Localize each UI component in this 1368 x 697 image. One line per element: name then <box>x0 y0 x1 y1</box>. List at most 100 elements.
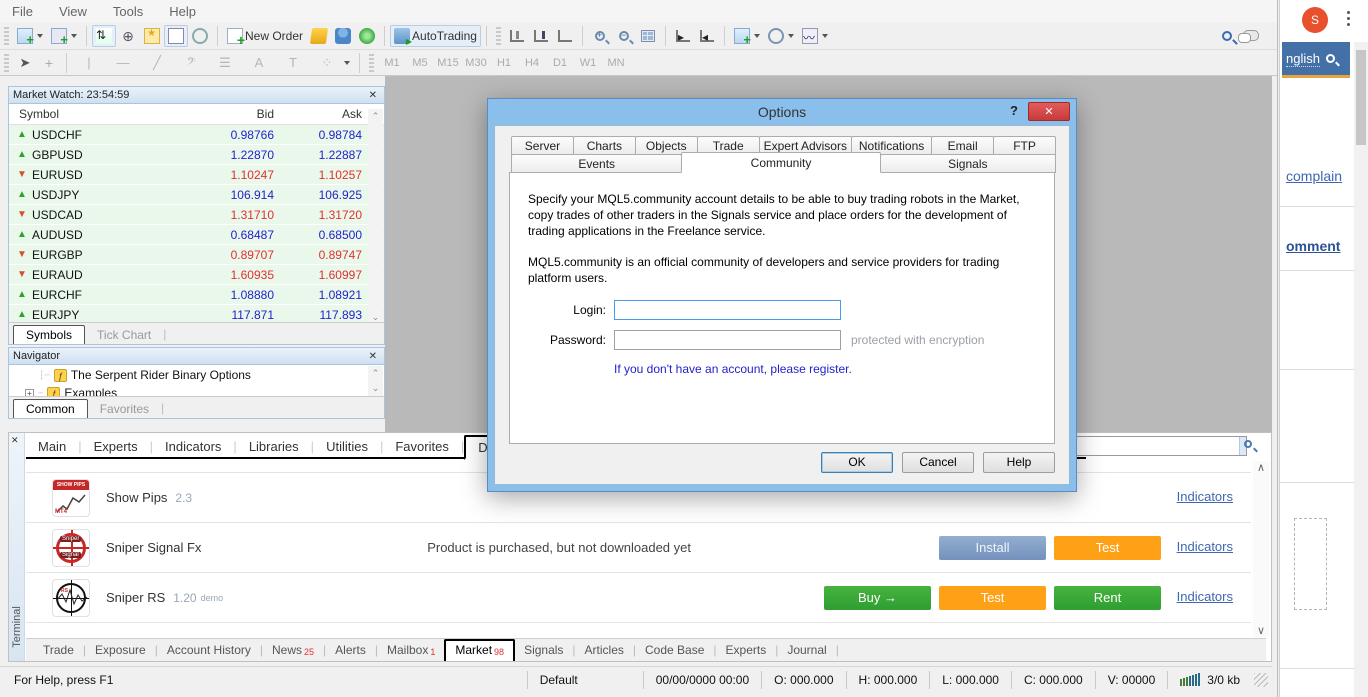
navigator-titlebar[interactable]: Navigator ✕ <box>9 348 384 365</box>
indicators-link[interactable]: Indicators <box>1177 589 1233 604</box>
indicators-link[interactable]: Indicators <box>1177 489 1233 504</box>
tab-email[interactable]: Email <box>931 136 995 155</box>
tab-charts[interactable]: Charts <box>572 136 636 155</box>
text-button[interactable]: A <box>242 52 276 74</box>
tab-community[interactable]: Community <box>681 152 881 173</box>
tab-mailbox[interactable]: Mailbox 1 <box>378 640 444 661</box>
column-bid[interactable]: Bid <box>189 107 274 121</box>
scrollbar[interactable]: ∧ ∨ <box>1253 461 1269 637</box>
tab-events[interactable]: Events <box>511 154 683 173</box>
table-row[interactable]: ▲ USDCHF 0.98766 0.98784 <box>9 125 384 145</box>
scroll-up-icon[interactable]: ⌃ <box>368 366 383 381</box>
timeframe-m1[interactable]: M1 <box>378 57 406 69</box>
menu-file[interactable]: File <box>12 4 33 19</box>
menu-dots-icon[interactable] <box>1347 8 1350 29</box>
status-profile[interactable]: Default <box>526 670 643 689</box>
scroll-up-icon[interactable]: ∧ <box>1253 461 1269 474</box>
buy-button[interactable]: Buy → <box>824 585 931 610</box>
indicators-button[interactable] <box>730 25 764 47</box>
register-link[interactable]: If you don't have an account, please reg… <box>614 362 1036 376</box>
search-icon[interactable] <box>1239 437 1252 455</box>
scrollbar[interactable]: ⌃ ⌄ <box>368 109 383 325</box>
crosshair-tool-button[interactable]: + <box>37 52 61 74</box>
password-field[interactable] <box>614 329 841 350</box>
new-order-button[interactable]: New Order <box>223 25 307 48</box>
toolbar-grip[interactable] <box>495 26 501 45</box>
table-row[interactable]: ▲ EURCHF 1.08880 1.08921 <box>9 285 384 305</box>
menu-view[interactable]: View <box>59 4 87 19</box>
tab-ftp[interactable]: FTP <box>993 136 1056 155</box>
close-icon[interactable]: ✕ <box>11 435 19 446</box>
menu-help[interactable]: Help <box>169 4 196 19</box>
tab-tick-chart[interactable]: Tick Chart <box>85 326 163 344</box>
product-row-sniper-signal[interactable]: Sniper Signal Sniper Signal Fx Product is… <box>26 523 1251 573</box>
table-row[interactable]: ▼ EURGBP 0.89707 0.89747 <box>9 245 384 265</box>
toolbar-grip[interactable] <box>4 53 9 72</box>
table-row[interactable]: ▲ GBPUSD 1.22870 1.22887 <box>9 145 384 165</box>
templates-button[interactable]: 〰 <box>798 25 832 47</box>
text-label-button[interactable]: T <box>276 52 310 74</box>
data-window-button[interactable] <box>164 24 188 47</box>
tab-news[interactable]: News 25 <box>263 640 323 661</box>
toolbar-grip[interactable] <box>4 26 9 45</box>
tab-exposure[interactable]: Exposure <box>86 640 155 661</box>
profiles-button[interactable] <box>47 25 81 47</box>
table-row[interactable]: ▲ USDJPY 106.914 106.925 <box>9 185 384 205</box>
chart-shift-button[interactable]: ⇅ <box>92 24 116 47</box>
close-button[interactable]: ✕ <box>1028 102 1070 121</box>
search-input[interactable] <box>1076 437 1239 455</box>
chat-button[interactable] <box>1238 25 1263 47</box>
tab-articles[interactable]: Articles <box>576 640 633 661</box>
scrollbar[interactable]: ⌃ ⌄ <box>368 366 383 396</box>
avatar[interactable]: S <box>1302 7 1328 33</box>
community-button[interactable] <box>331 25 355 47</box>
resize-grip[interactable] <box>1254 672 1268 687</box>
close-icon[interactable]: ✕ <box>366 90 380 101</box>
bar-chart-button[interactable] <box>505 25 529 47</box>
tile-windows-button[interactable] <box>636 25 660 47</box>
table-row[interactable]: ▲ AUDUSD 0.68487 0.68500 <box>9 225 384 245</box>
toolbar-grip[interactable] <box>369 53 374 72</box>
chart-shift-end-button[interactable]: ◂ <box>695 25 719 47</box>
new-chart-button[interactable] <box>13 25 47 47</box>
strategy-tester-button[interactable] <box>188 25 212 47</box>
close-icon[interactable]: ✕ <box>366 351 380 362</box>
tab-main[interactable]: Main <box>26 436 78 457</box>
timeframe-m30[interactable]: M30 <box>462 57 490 69</box>
table-row[interactable]: ▼ EURUSD 1.10247 1.10257 <box>9 165 384 185</box>
tab-alerts[interactable]: Alerts <box>326 640 375 661</box>
periods-button[interactable] <box>764 25 798 47</box>
timeframe-m5[interactable]: M5 <box>406 57 434 69</box>
column-symbol[interactable]: Symbol <box>9 107 189 121</box>
rent-button[interactable]: Rent <box>1054 585 1161 610</box>
complain-link[interactable]: complain <box>1286 168 1342 184</box>
scrollbar[interactable] <box>1354 42 1368 697</box>
product-row-sniper-rs[interactable]: RS Sniper RS 1.20 demo Buy → Test Rent I… <box>26 573 1251 623</box>
product-name[interactable]: Show Pips <box>106 490 167 505</box>
table-row[interactable]: ▼ USDCAD 1.31710 1.31720 <box>9 205 384 225</box>
scroll-thumb[interactable] <box>1356 50 1366 145</box>
search-icon[interactable] <box>1325 54 1335 63</box>
channel-button[interactable]: 𝄢 <box>174 52 208 74</box>
trendline-button[interactable]: ╱ <box>140 52 174 74</box>
timeframe-h1[interactable]: H1 <box>490 57 518 69</box>
autotrading-button[interactable]: AutoTrading <box>390 24 481 47</box>
arrows-button[interactable]: ⁘ <box>310 52 354 74</box>
tree-item-serpent-rider[interactable]: ┆┄ ƒ The Serpent Rider Binary Options <box>11 366 382 384</box>
indicators-link[interactable]: Indicators <box>1177 539 1233 554</box>
timeframe-m15[interactable]: M15 <box>434 57 462 69</box>
table-row[interactable]: ▼ EURAUD 1.60935 1.60997 <box>9 265 384 285</box>
column-ask[interactable]: Ask <box>274 107 362 121</box>
tab-signals[interactable]: Signals <box>515 640 572 661</box>
timeframe-w1[interactable]: W1 <box>574 57 602 69</box>
tab-libraries[interactable]: Libraries <box>237 436 311 457</box>
timeframe-mn[interactable]: MN <box>602 57 630 69</box>
tab-experts[interactable]: Experts <box>82 436 150 457</box>
test-button[interactable]: Test <box>939 585 1046 610</box>
market-watch-titlebar[interactable]: Market Watch: 23:54:59 ✕ <box>9 87 384 104</box>
timeframe-d1[interactable]: D1 <box>546 57 574 69</box>
tab-server[interactable]: Server <box>511 136 574 155</box>
crosshair-button[interactable]: ⊕ <box>116 25 140 47</box>
menu-tools[interactable]: Tools <box>113 4 143 19</box>
comment-link[interactable]: omment <box>1286 238 1340 254</box>
